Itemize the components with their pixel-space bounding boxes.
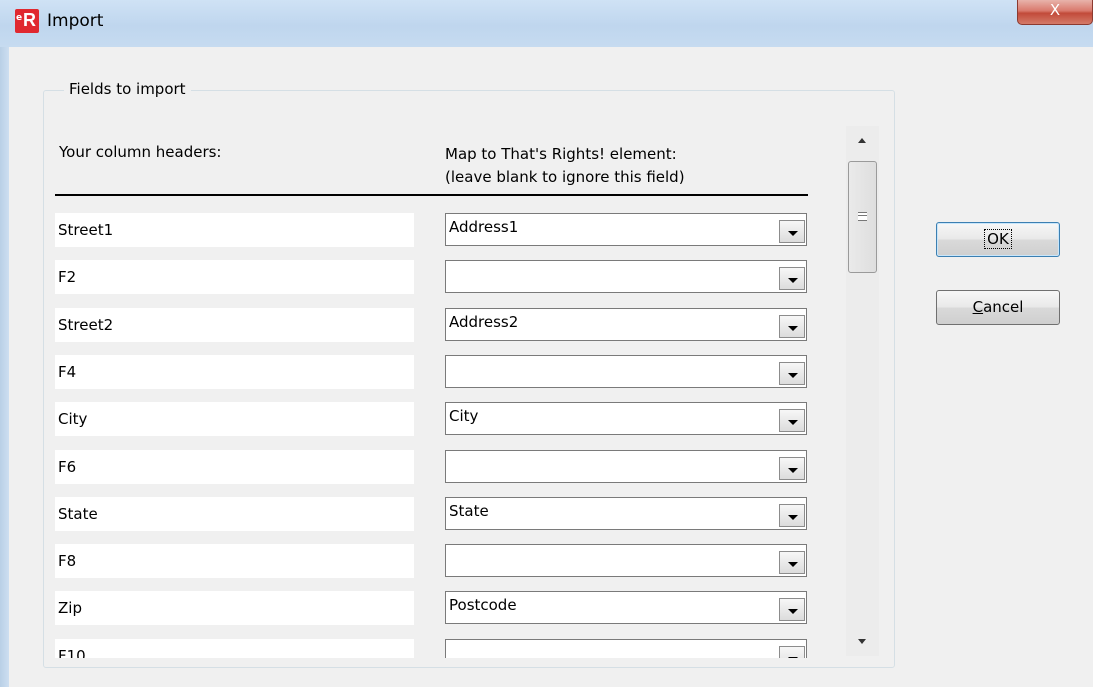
source-column-name: F8 — [55, 544, 414, 579]
cancel-button-label: ancel — [983, 298, 1024, 316]
vertical-scrollbar[interactable] — [846, 126, 879, 656]
source-column-name: State — [55, 496, 414, 531]
combobox-value: Address1 — [449, 218, 519, 236]
mapping-row: F10 — [0, 638, 830, 658]
column-header-right-line2: (leave blank to ignore this field) — [445, 168, 685, 186]
dropdown-arrow-icon[interactable] — [779, 409, 805, 433]
combobox-value: City — [449, 407, 479, 426]
dropdown-arrow-icon[interactable] — [779, 503, 805, 527]
source-column-name: F10 — [55, 638, 414, 658]
mapping-row: City City — [0, 402, 830, 438]
target-element-combobox[interactable]: Address2 — [445, 307, 807, 341]
target-element-combobox[interactable]: Address1 — [445, 213, 807, 246]
dropdown-arrow-icon[interactable] — [779, 220, 805, 243]
column-header-right: Map to That's Rights! element: (leave bl… — [445, 143, 685, 189]
dropdown-arrow-icon[interactable] — [779, 361, 805, 385]
scroll-thumb[interactable] — [848, 161, 877, 273]
mapping-row: Street2 Address2 — [0, 307, 830, 344]
header-divider — [55, 194, 808, 196]
ok-button-label: OK — [984, 229, 1012, 249]
source-column-name: Street2 — [55, 307, 414, 342]
mapping-rows: Street1 Address1 F2 Street2 Address2 F4 City Ci… — [0, 200, 830, 658]
target-element-combobox[interactable]: Postcode — [445, 591, 807, 625]
close-button[interactable]: X — [1017, 0, 1093, 25]
ok-button[interactable]: OK — [936, 222, 1060, 257]
app-icon: eR — [15, 9, 39, 33]
dropdown-arrow-icon[interactable] — [779, 598, 805, 622]
cancel-button[interactable]: Cancel — [936, 290, 1060, 325]
target-element-combobox[interactable]: City — [445, 402, 807, 436]
dropdown-arrow-icon[interactable] — [779, 551, 805, 575]
groupbox-label: Fields to import — [64, 80, 191, 98]
mapping-row: Zip Postcode — [0, 591, 830, 627]
source-column-name: Street1 — [55, 213, 414, 247]
cancel-mnemonic: C — [972, 298, 984, 316]
mapping-row: F6 — [0, 449, 830, 486]
target-element-combobox[interactable]: State — [445, 496, 807, 530]
dropdown-arrow-icon[interactable] — [779, 645, 805, 658]
mapping-row: F2 — [0, 260, 830, 296]
mapping-row: F4 — [0, 354, 830, 391]
column-header-left: Your column headers: — [59, 143, 222, 161]
scroll-up-arrow-icon[interactable] — [846, 126, 879, 156]
source-column-name: City — [55, 402, 414, 437]
target-element-combobox[interactable] — [445, 544, 807, 578]
title-bar[interactable]: eR Import X — [0, 0, 1093, 47]
dropdown-arrow-icon[interactable] — [779, 314, 805, 338]
column-header-right-line1: Map to That's Rights! element: — [445, 145, 677, 163]
mapping-row: F8 — [0, 544, 830, 580]
target-element-combobox[interactable] — [445, 638, 807, 658]
combobox-value: State — [449, 501, 489, 520]
source-column-name: F6 — [55, 449, 414, 484]
scroll-down-arrow-icon[interactable] — [846, 626, 879, 656]
combobox-value: Postcode — [449, 596, 517, 615]
dropdown-arrow-icon[interactable] — [779, 456, 805, 480]
window-title: Import — [47, 11, 104, 31]
source-column-name: F4 — [55, 354, 414, 389]
combobox-value: Address2 — [449, 312, 519, 331]
mapping-row: Street1 Address1 — [0, 213, 830, 249]
mapping-row: State State — [0, 496, 830, 533]
target-element-combobox[interactable] — [445, 354, 807, 388]
dropdown-arrow-icon[interactable] — [779, 267, 805, 291]
source-column-name: Zip — [55, 591, 414, 626]
target-element-combobox[interactable] — [445, 449, 807, 483]
source-column-name: F2 — [55, 260, 414, 295]
target-element-combobox[interactable] — [445, 260, 807, 294]
